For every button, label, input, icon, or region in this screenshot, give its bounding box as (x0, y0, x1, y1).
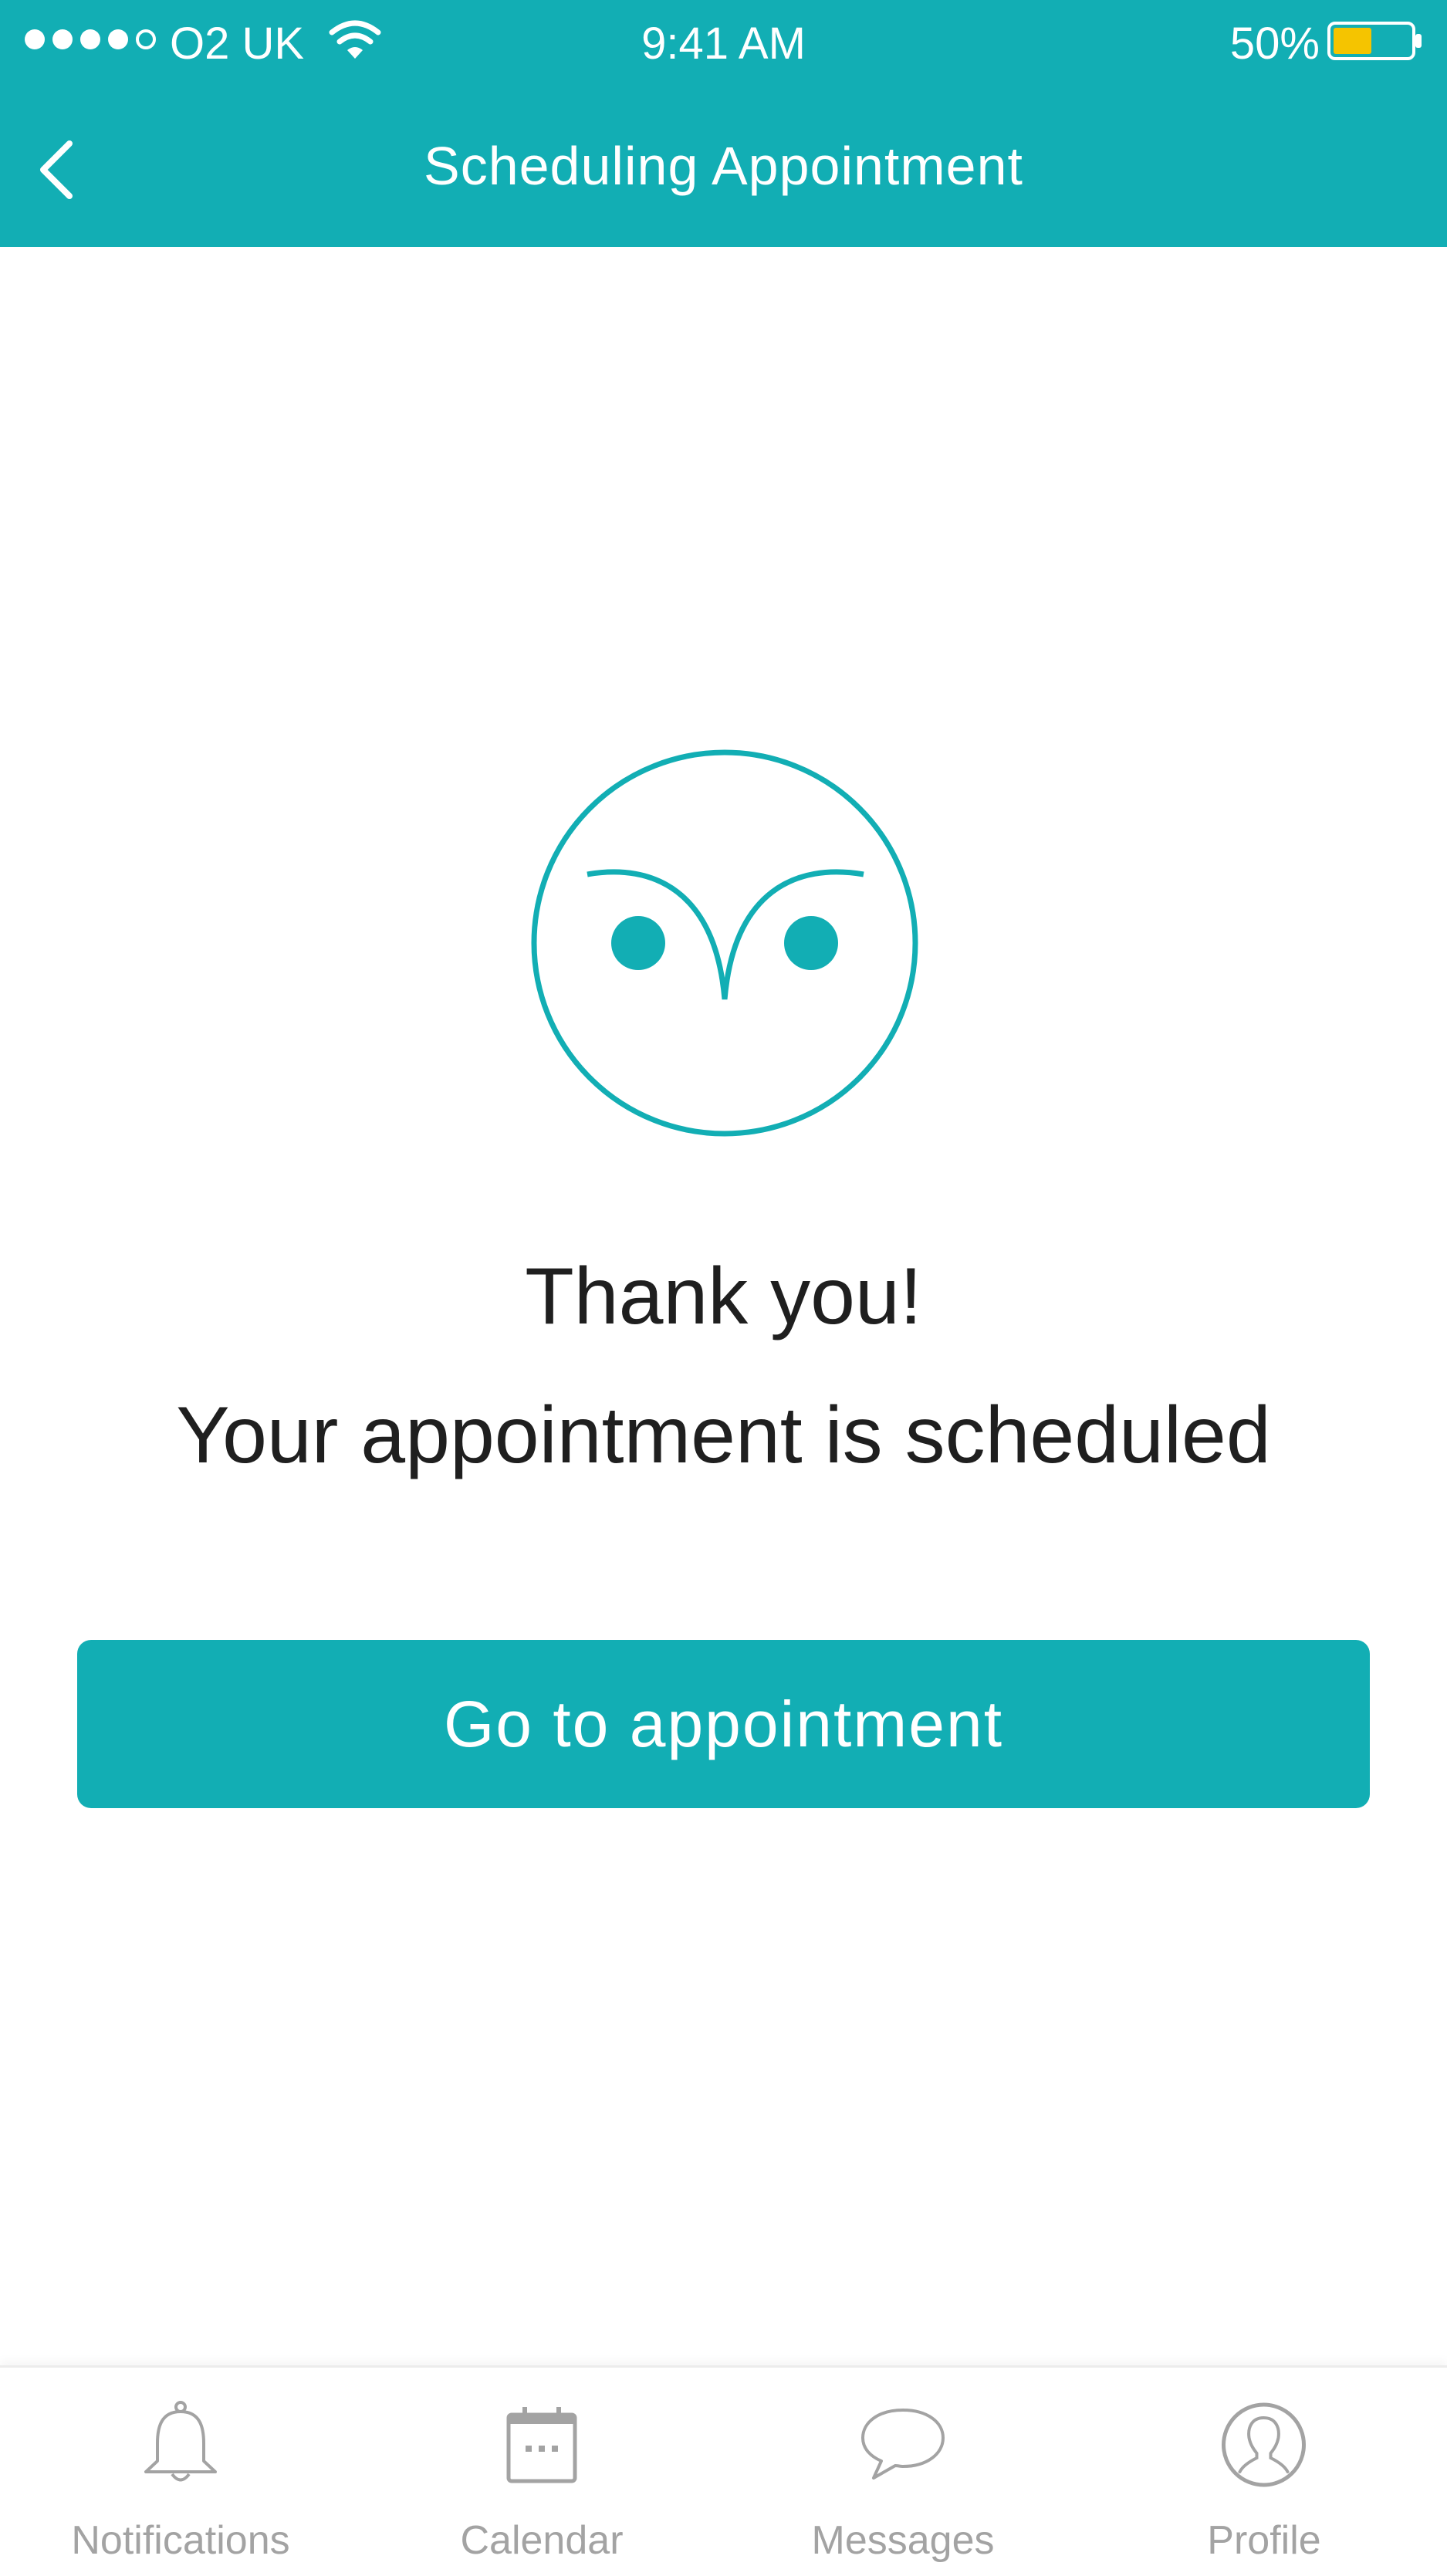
page-title: Scheduling Appointment (424, 136, 1023, 196)
user-icon (1222, 2402, 1306, 2487)
tab-profile[interactable]: Profile (1084, 2368, 1445, 2576)
tab-calendar[interactable]: Calendar (361, 2368, 722, 2576)
tab-label: Notifications (71, 2518, 290, 2563)
battery-percentage: 50% (1229, 19, 1320, 69)
app-header: O2 UK 9:41 AM 50% Scheduling Appointment (0, 0, 1447, 247)
tab-messages[interactable]: Messages (722, 2368, 1084, 2576)
go-to-appointment-button[interactable]: Go to appointment (77, 1640, 1370, 1808)
bell-icon (144, 2401, 217, 2482)
confirmation-title: Thank you! (525, 1252, 922, 1341)
confirmation-message: Your appointment is scheduled (176, 1391, 1271, 1480)
owl-face-icon (531, 749, 918, 1137)
calendar-icon (506, 2407, 577, 2483)
bottom-tab-bar: Notifications Calendar Messages Profile (0, 2365, 1447, 2576)
battery-icon (1327, 22, 1422, 60)
tab-label: Messages (811, 2518, 995, 2563)
tab-notifications[interactable]: Notifications (0, 2368, 361, 2576)
tab-label: Profile (1207, 2518, 1321, 2563)
tab-label: Calendar (460, 2518, 624, 2563)
chat-bubble-icon (861, 2409, 945, 2480)
status-bar: O2 UK 9:41 AM 50% (0, 0, 1447, 86)
